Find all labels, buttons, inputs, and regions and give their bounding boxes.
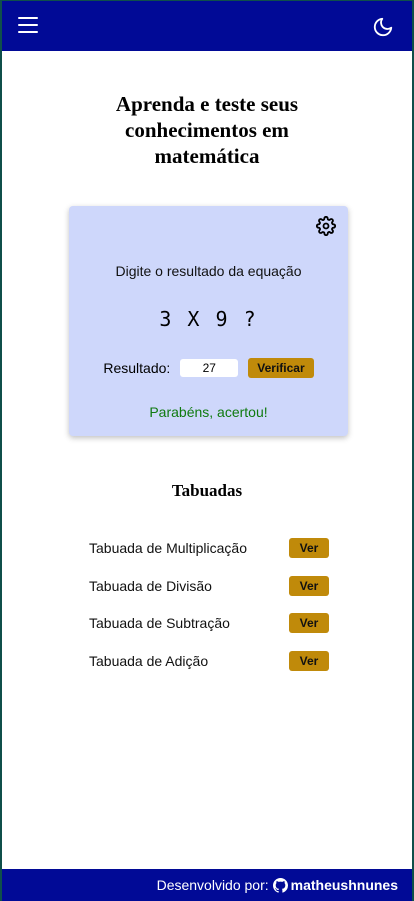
- table-item-label: Tabuada de Divisão: [89, 577, 212, 594]
- result-row: Resultado: Verificar: [69, 358, 348, 378]
- list-item: Tabuada de Multiplicação Ver: [89, 538, 329, 558]
- result-input[interactable]: [180, 359, 239, 377]
- list-item: Tabuada de Subtração Ver: [89, 613, 329, 633]
- list-item: Tabuada de Divisão Ver: [89, 575, 329, 596]
- footer-label: Desenvolvido por:: [156, 877, 269, 893]
- verify-button[interactable]: Verificar: [248, 358, 314, 378]
- hamburger-menu-icon[interactable]: [18, 17, 38, 35]
- moon-icon[interactable]: [372, 16, 394, 38]
- gear-icon[interactable]: [316, 216, 336, 236]
- result-label: Resultado:: [103, 360, 171, 376]
- feedback-message: Parabéns, acertou!: [149, 404, 268, 420]
- table-item-label: Tabuada de Multiplicação: [89, 540, 247, 556]
- view-multiplication-button[interactable]: Ver: [289, 538, 329, 558]
- tables-title: Tabuadas: [171, 481, 243, 500]
- table-item-label: Tabuada de Adição: [89, 652, 209, 669]
- table-item-label: Tabuada de Subtração: [89, 615, 230, 631]
- equation: 3 X 9 ?: [159, 307, 258, 331]
- footer: Desenvolvido por: matheushnunes: [2, 869, 412, 901]
- author-link[interactable]: matheushnunes: [291, 877, 398, 893]
- github-icon: [272, 877, 288, 893]
- quiz-card: Digite o resultado da equação 3 X 9 ? Re…: [69, 206, 348, 436]
- top-bar: [2, 0, 412, 51]
- list-item: Tabuada de Adição Ver: [89, 650, 329, 671]
- view-addition-button[interactable]: Ver: [289, 650, 329, 671]
- view-division-button[interactable]: Ver: [289, 575, 329, 596]
- page-title: Aprenda e teste seus conhecimentos em ma…: [115, 92, 299, 168]
- quiz-instruction: Digite o resultado da equação: [115, 263, 302, 279]
- tables-list: Tabuada de Multiplicação Ver Tabuada de …: [89, 538, 329, 688]
- view-subtraction-button[interactable]: Ver: [289, 613, 329, 633]
